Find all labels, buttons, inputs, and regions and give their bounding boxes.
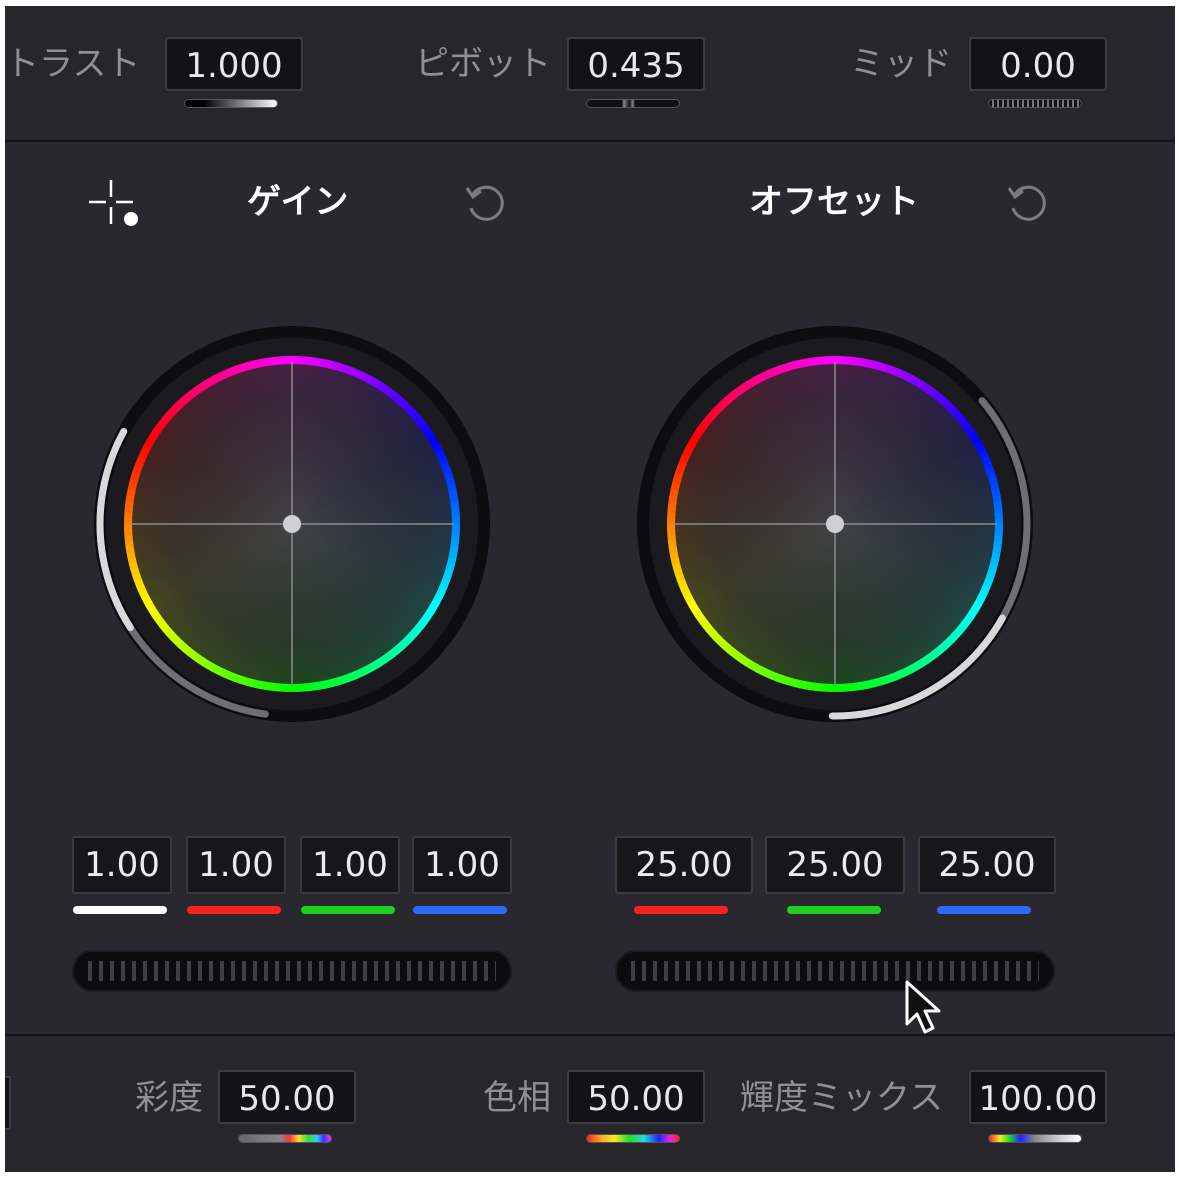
gain-green-indicator xyxy=(301,906,395,914)
offset-reset-icon[interactable] xyxy=(1005,180,1051,226)
color-wheels-panel: トラスト 1.000 ピボット 0.435 ミッド 0.00 ゲイン オフセット… xyxy=(5,6,1175,1172)
top-parameter-bar: トラスト 1.000 ピボット 0.435 ミッド 0.00 xyxy=(5,6,1175,142)
gain-master-value[interactable]: 1.00 xyxy=(72,836,172,894)
offset-green-indicator xyxy=(787,906,881,914)
lum-mix-mini-slider[interactable] xyxy=(988,1134,1082,1143)
gain-red-indicator xyxy=(187,906,281,914)
gain-master-indicator xyxy=(73,906,167,914)
offset-blue-indicator xyxy=(937,906,1031,914)
gain-red-value[interactable]: 1.00 xyxy=(186,836,286,894)
contrast-field[interactable]: 1.000 xyxy=(165,37,303,91)
gain-green-value[interactable]: 1.00 xyxy=(300,836,400,894)
offset-red-value[interactable]: 25.00 xyxy=(615,836,753,894)
pivot-label: ピボット xyxy=(415,44,551,84)
gain-blue-value[interactable]: 1.00 xyxy=(412,836,512,894)
hue-label: 色相 xyxy=(483,1078,551,1118)
offset-master-jog-wheel[interactable] xyxy=(615,950,1055,992)
contrast-label: トラスト xyxy=(5,44,141,84)
pivot-field[interactable]: 0.435 xyxy=(567,37,705,91)
gain-title: ゲイン xyxy=(247,182,349,222)
color-picker-crosshair-icon[interactable] xyxy=(87,178,147,234)
saturation-label: 彩度 xyxy=(135,1078,203,1118)
offscreen-field-stub xyxy=(5,1076,11,1130)
offset-blue-value[interactable]: 25.00 xyxy=(918,836,1056,894)
gain-color-wheel[interactable] xyxy=(92,324,492,724)
saturation-mini-slider[interactable] xyxy=(238,1134,332,1143)
lum-mix-label: 輝度ミックス xyxy=(740,1078,943,1118)
mouse-pointer-icon xyxy=(905,980,941,1034)
gain-wheel-handle[interactable] xyxy=(283,515,301,533)
offset-green-value[interactable]: 25.00 xyxy=(765,836,905,894)
lum-mix-field[interactable]: 100.00 xyxy=(969,1070,1107,1124)
mid-field[interactable]: 0.00 xyxy=(969,37,1107,91)
bottom-parameter-bar: 彩度 50.00 色相 50.00 輝度ミックス 100.00 xyxy=(5,1034,1175,1172)
offset-title: オフセット xyxy=(749,182,919,222)
hue-field[interactable]: 50.00 xyxy=(567,1070,705,1124)
offset-wheel-handle[interactable] xyxy=(826,515,844,533)
mid-label: ミッド xyxy=(850,44,952,84)
gain-blue-indicator xyxy=(413,906,507,914)
contrast-mini-slider[interactable] xyxy=(184,99,278,108)
pivot-mini-slider[interactable] xyxy=(586,99,680,108)
saturation-field[interactable]: 50.00 xyxy=(218,1070,356,1124)
gain-reset-icon[interactable] xyxy=(463,180,509,226)
offset-color-wheel[interactable] xyxy=(635,324,1035,724)
mid-mini-slider[interactable] xyxy=(988,99,1082,108)
offset-red-indicator xyxy=(634,906,728,914)
gain-master-jog-wheel[interactable] xyxy=(72,950,512,992)
hue-mini-slider[interactable] xyxy=(586,1134,680,1143)
